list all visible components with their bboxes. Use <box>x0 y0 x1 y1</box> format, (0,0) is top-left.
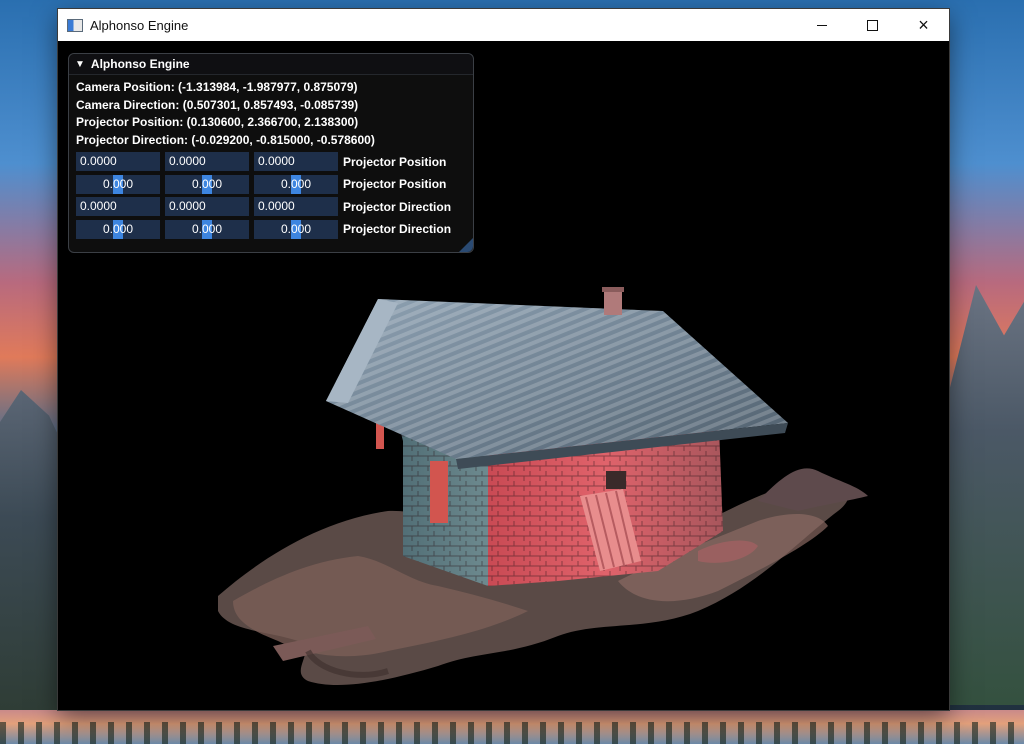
slider-value: 0.000 <box>102 221 134 236</box>
projector-direction-slider-y[interactable]: 0.000 <box>165 219 249 239</box>
engine-panel[interactable]: ▼ Alphonso Engine Camera Position: (-1.3… <box>68 53 474 253</box>
projector-position-text: Projector Position: (0.130600, 2.366700,… <box>76 115 359 129</box>
projector-position-input-y[interactable]: 0.0000 <box>165 152 249 171</box>
projector-direction-input-z[interactable]: 0.0000 <box>254 197 338 216</box>
window-controls: × <box>796 9 949 41</box>
slider-value: 0.000 <box>191 176 223 191</box>
projector-direction-text: Projector Direction: (-0.029200, -0.8150… <box>76 132 375 147</box>
resize-grip-icon[interactable] <box>459 238 473 252</box>
slider-value: 0.000 <box>102 176 134 191</box>
panel-header[interactable]: ▼ Alphonso Engine <box>69 54 473 75</box>
projector-direction-slider-row: 0.000 0.000 0.000 Projector Direction <box>69 219 473 239</box>
camera-direction-text: Camera Direction: (0.507301, 0.857493, -… <box>76 97 359 112</box>
slider-value: 0.000 <box>280 176 312 191</box>
projector-direction-input-row: 0.0000 0.0000 0.0000 Projector Direction <box>69 197 473 217</box>
projector-position-slider-label: Projector Position <box>343 177 447 191</box>
close-icon: × <box>918 14 929 35</box>
projector-position-slider-x[interactable]: 0.000 <box>76 174 160 194</box>
projector-position-slider-z[interactable]: 0.000 <box>254 174 338 194</box>
maximize-button[interactable] <box>847 9 898 41</box>
collapse-arrow-icon[interactable]: ▼ <box>75 59 85 70</box>
camera-position-text: Camera Position: (-1.313984, -1.987977, … <box>76 80 358 94</box>
projector-direction-input-label: Projector Direction <box>343 199 452 214</box>
minimize-button[interactable] <box>796 9 847 41</box>
render-viewport[interactable]: ▼ Alphonso Engine Camera Position: (-1.3… <box>58 41 949 710</box>
projector-position-input-x[interactable]: 0.0000 <box>76 152 160 171</box>
panel-title: Alphonso Engine <box>90 57 190 71</box>
minimize-icon <box>816 24 827 26</box>
projector-direction-slider-label: Projector Direction <box>343 222 452 236</box>
app-window-icon <box>67 18 83 32</box>
wallpaper-mountain-right <box>944 285 1024 705</box>
projector-direction-slider-x[interactable]: 0.000 <box>76 219 160 239</box>
info-block: Camera Position: (-1.313984, -1.987977, … <box>69 75 473 149</box>
projector-position-slider-y[interactable]: 0.000 <box>165 174 249 194</box>
slider-value: 0.000 <box>280 221 312 236</box>
wallpaper-trees <box>0 722 1024 744</box>
app-window: Alphonso Engine × ▼ Alphonso Engine Came… <box>58 9 949 710</box>
projector-position-input-label: Projector Position <box>343 154 447 169</box>
window-title: Alphonso Engine <box>90 17 189 33</box>
slider-value: 0.000 <box>191 221 223 236</box>
title-bar[interactable]: Alphonso Engine × <box>58 9 949 41</box>
house-chimney <box>604 289 622 315</box>
projector-position-input-z[interactable]: 0.0000 <box>254 152 338 171</box>
house-window-shutter <box>430 461 448 523</box>
close-button[interactable]: × <box>898 9 949 41</box>
maximize-icon <box>867 19 878 31</box>
projector-direction-input-x[interactable]: 0.0000 <box>76 197 160 216</box>
projector-direction-input-y[interactable]: 0.0000 <box>165 197 249 216</box>
projector-position-input-row: 0.0000 0.0000 0.0000 Projector Position <box>69 152 473 172</box>
projector-direction-slider-z[interactable]: 0.000 <box>254 219 338 239</box>
projector-position-slider-row: 0.000 0.000 0.000 Projector Position <box>69 174 473 194</box>
